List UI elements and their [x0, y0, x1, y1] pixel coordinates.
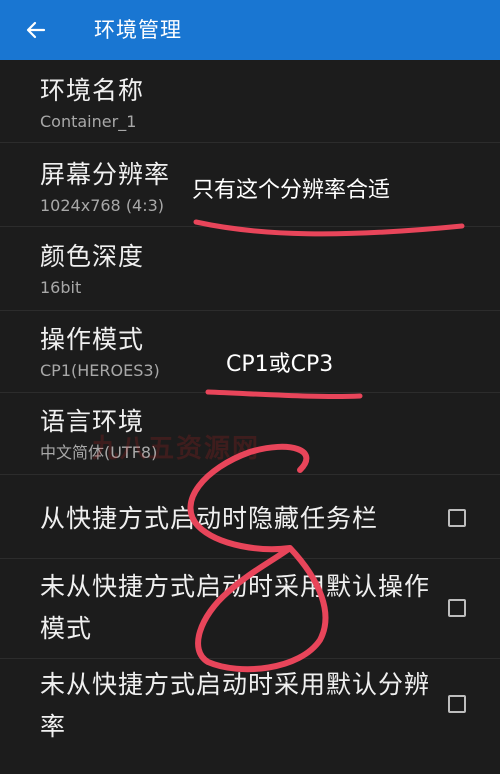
checkbox-label: 从快捷方式启动时隐藏任务栏 [40, 504, 379, 533]
divider [0, 310, 500, 311]
setting-value: 16bit [40, 278, 82, 297]
annotation-resolution-note: 只有这个分辨率合适 [192, 178, 391, 203]
page-title: 环境管理 [94, 18, 182, 42]
setting-title: 颜色深度 [40, 242, 145, 271]
checkbox-row-default-resolution[interactable]: 未从快捷方式启动时采用默认分辨率 [0, 664, 500, 748]
checkbox-label: 未从快捷方式启动时采用默认操作模式 [40, 572, 431, 643]
arrow-left-icon [26, 21, 46, 39]
checkbox-row-default-mode[interactable]: 未从快捷方式启动时采用默认操作模式 [0, 566, 500, 650]
setting-color-depth[interactable]: 颜色深度 16bit [0, 242, 500, 298]
divider [0, 226, 500, 227]
checkbox-default-resolution[interactable] [448, 695, 466, 713]
divider [0, 658, 500, 659]
back-button[interactable] [18, 12, 54, 48]
divider [0, 142, 500, 143]
divider [0, 392, 500, 393]
setting-value: Container_1 [40, 112, 137, 131]
annotation-mode-note: CP1或CP3 [226, 352, 334, 377]
checkbox-default-mode[interactable] [448, 599, 466, 617]
watermark-text: 九八五资源网 [92, 434, 261, 464]
setting-title: 环境名称 [40, 76, 145, 105]
divider [0, 558, 500, 559]
checkbox-row-hide-taskbar[interactable]: 从快捷方式启动时隐藏任务栏 [0, 498, 500, 540]
setting-env-name[interactable]: 环境名称 Container_1 [0, 76, 500, 132]
underline-resolution [193, 219, 465, 237]
divider [0, 474, 500, 475]
app-bar: 环境管理 [0, 0, 500, 60]
checkbox-hide-taskbar[interactable] [448, 509, 466, 527]
checkbox-label: 未从快捷方式启动时采用默认分辨率 [40, 670, 431, 741]
